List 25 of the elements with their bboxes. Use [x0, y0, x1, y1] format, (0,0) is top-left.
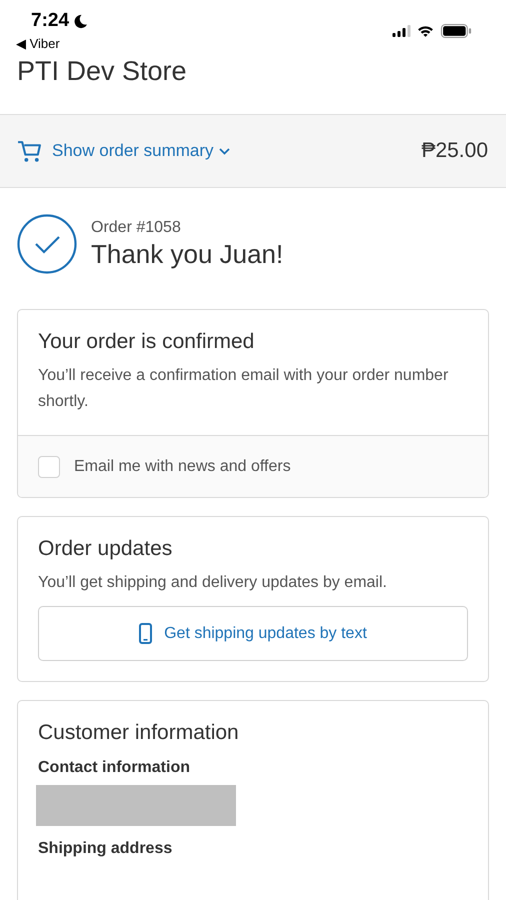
section-heading: Shipping address	[38, 840, 174, 858]
checkbox[interactable]	[38, 456, 60, 478]
checkmark-circle-icon	[17, 214, 77, 274]
cart-icon	[17, 140, 42, 162]
checkbox-label: Email me with news and offers	[74, 458, 291, 476]
chevron-down-icon	[218, 148, 230, 154]
card-title: Order updates	[38, 537, 174, 561]
card-text: You’ll receive a confirmation email with your order number shortly.	[38, 366, 450, 412]
clock-time: 7:24	[31, 10, 70, 32]
phone-icon	[139, 623, 152, 644]
back-link[interactable]: ◀ Viber	[16, 36, 88, 51]
wifi-icon	[417, 24, 434, 38]
store-name: PTI Dev Store	[17, 56, 188, 86]
battery-icon	[440, 24, 472, 38]
signal-icon	[392, 25, 411, 37]
order-total: ₱25.00	[421, 139, 488, 163]
thank-you-heading: Thank you Juan!	[91, 238, 284, 270]
card-title: Your order is confirmed	[38, 330, 256, 354]
card-text: You’ll get shipping and delivery updates by email.	[38, 573, 388, 593]
moon-icon	[73, 14, 88, 28]
section-heading: Contact information	[38, 759, 191, 777]
card-title: Customer information	[38, 721, 240, 745]
order-number: Order #1058	[91, 218, 182, 236]
shipping-updates-button[interactable]: Get shipping updates by text	[38, 606, 468, 661]
order-summary-toggle[interactable]: Show order summary	[17, 140, 230, 162]
